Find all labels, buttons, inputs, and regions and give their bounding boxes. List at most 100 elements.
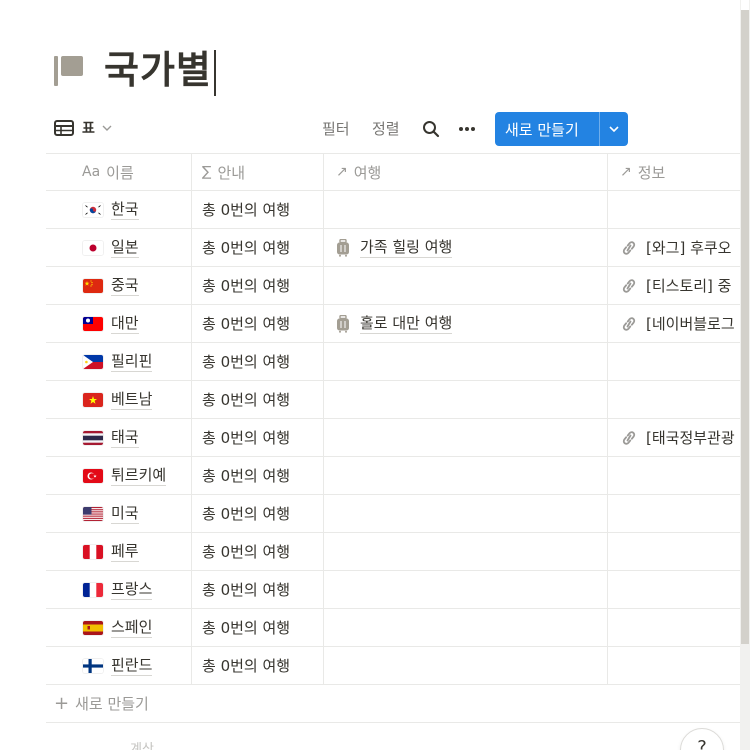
name-cell[interactable]: 스페인 — [46, 609, 192, 646]
country-name[interactable]: 대만 — [111, 313, 139, 334]
table-row[interactable]: 스페인 총 0번의 여행 — [46, 609, 740, 647]
country-name[interactable]: 스페인 — [111, 617, 153, 638]
add-row-button[interactable]: + 새로 만들기 — [46, 685, 740, 723]
more-horizontal-icon[interactable] — [457, 122, 477, 136]
table-row[interactable]: 태국 총 0번의 여행 [태국정부관광 — [46, 419, 740, 457]
guide-cell[interactable]: 총 0번의 여행 — [192, 495, 324, 532]
info-cell[interactable] — [608, 457, 740, 494]
info-cell[interactable]: [태국정부관광 — [608, 419, 740, 456]
table-row[interactable]: 페루 총 0번의 여행 — [46, 533, 740, 571]
guide-cell[interactable]: 총 0번의 여행 — [192, 533, 324, 570]
sort-button[interactable]: 정렬 — [372, 118, 400, 139]
info-cell[interactable] — [608, 647, 740, 684]
table-row[interactable]: 일본 총 0번의 여행 가족 힐링 여행 [와그] 후쿠오 — [46, 229, 740, 267]
search-icon[interactable] — [422, 120, 440, 138]
country-name[interactable]: 페루 — [111, 541, 139, 562]
page-title-text[interactable]: 국가별 — [104, 48, 212, 92]
trip-cell[interactable] — [324, 495, 608, 532]
info-cell[interactable]: [티스토리] 중 — [608, 267, 740, 304]
trip-cell[interactable] — [324, 419, 608, 456]
guide-cell[interactable]: 총 0번의 여행 — [192, 609, 324, 646]
country-name[interactable]: 필리핀 — [111, 351, 153, 372]
calculate-footer[interactable]: 계산 — [130, 738, 154, 750]
filter-button[interactable]: 필터 — [322, 118, 350, 139]
name-cell[interactable]: 필리핀 — [46, 343, 192, 380]
guide-cell[interactable]: 총 0번의 여행 — [192, 229, 324, 266]
scrollbar-thumb[interactable] — [741, 10, 749, 644]
column-header-info[interactable]: ↗ 정보 — [608, 154, 740, 190]
guide-cell[interactable]: 총 0번의 여행 — [192, 267, 324, 304]
guide-cell[interactable]: 총 0번의 여행 — [192, 647, 324, 684]
info-link[interactable]: [네이버블로그 — [646, 313, 735, 334]
name-cell[interactable]: 페루 — [46, 533, 192, 570]
guide-cell[interactable]: 총 0번의 여행 — [192, 343, 324, 380]
info-cell[interactable]: [네이버블로그 — [608, 305, 740, 342]
trip-cell[interactable] — [324, 533, 608, 570]
table-row[interactable]: 중국 총 0번의 여행 [티스토리] 중 — [46, 267, 740, 305]
trip-cell[interactable] — [324, 191, 608, 228]
guide-cell[interactable]: 총 0번의 여행 — [192, 457, 324, 494]
page-title[interactable]: 국가별 — [104, 44, 216, 96]
name-cell[interactable]: 일본 — [46, 229, 192, 266]
new-button-dropdown[interactable] — [600, 123, 628, 135]
view-switcher[interactable]: 표 — [54, 118, 113, 138]
column-header-name[interactable]: Aa 이름 — [46, 154, 192, 190]
trip-cell[interactable]: 홀로 대만 여행 — [324, 305, 608, 342]
table-row[interactable]: 필리핀 총 0번의 여행 — [46, 343, 740, 381]
table-row[interactable]: 베트남 총 0번의 여행 — [46, 381, 740, 419]
name-cell[interactable]: 태국 — [46, 419, 192, 456]
info-link[interactable]: [와그] 후쿠오 — [646, 237, 731, 258]
country-name[interactable]: 한국 — [111, 199, 139, 220]
info-cell[interactable] — [608, 533, 740, 570]
country-name[interactable]: 태국 — [111, 427, 139, 448]
name-cell[interactable]: 한국 — [46, 191, 192, 228]
info-cell[interactable] — [608, 495, 740, 532]
name-cell[interactable]: 대만 — [46, 305, 192, 342]
help-button[interactable]: ? — [680, 728, 724, 750]
trip-cell[interactable]: 가족 힐링 여행 — [324, 229, 608, 266]
guide-cell[interactable]: 총 0번의 여행 — [192, 381, 324, 418]
info-cell[interactable] — [608, 609, 740, 646]
country-name[interactable]: 일본 — [111, 237, 139, 258]
guide-cell[interactable]: 총 0번의 여행 — [192, 419, 324, 456]
trip-link[interactable]: 가족 힐링 여행 — [360, 237, 453, 258]
column-header-trip[interactable]: ↗ 여행 — [324, 154, 608, 190]
info-cell[interactable] — [608, 191, 740, 228]
table-row[interactable]: 프랑스 총 0번의 여행 — [46, 571, 740, 609]
info-cell[interactable] — [608, 381, 740, 418]
name-cell[interactable]: 프랑스 — [46, 571, 192, 608]
info-link[interactable]: [태국정부관광 — [646, 427, 735, 448]
info-link[interactable]: [티스토리] 중 — [646, 275, 731, 296]
info-cell[interactable]: [와그] 후쿠오 — [608, 229, 740, 266]
name-cell[interactable]: 미국 — [46, 495, 192, 532]
guide-cell[interactable]: 총 0번의 여행 — [192, 191, 324, 228]
guide-cell[interactable]: 총 0번의 여행 — [192, 305, 324, 342]
table-row[interactable]: 핀란드 총 0번의 여행 — [46, 647, 740, 685]
flag-page-icon[interactable] — [52, 51, 90, 89]
info-cell[interactable] — [608, 571, 740, 608]
country-name[interactable]: 베트남 — [111, 389, 153, 410]
country-name[interactable]: 중국 — [111, 275, 139, 296]
trip-cell[interactable] — [324, 647, 608, 684]
guide-cell[interactable]: 총 0번의 여행 — [192, 571, 324, 608]
name-cell[interactable]: 중국 — [46, 267, 192, 304]
info-cell[interactable] — [608, 343, 740, 380]
column-header-guide[interactable]: ∑ 안내 — [192, 154, 324, 190]
trip-link[interactable]: 홀로 대만 여행 — [360, 313, 453, 334]
table-row[interactable]: 대만 총 0번의 여행 홀로 대만 여행 [네이버블로그 — [46, 305, 740, 343]
country-name[interactable]: 프랑스 — [111, 579, 153, 600]
trip-cell[interactable] — [324, 609, 608, 646]
table-row[interactable]: 튀르키예 총 0번의 여행 — [46, 457, 740, 495]
trip-cell[interactable] — [324, 267, 608, 304]
name-cell[interactable]: 핀란드 — [46, 647, 192, 684]
new-button[interactable]: 새로 만들기 — [495, 112, 628, 146]
name-cell[interactable]: 튀르키예 — [46, 457, 192, 494]
name-cell[interactable]: 베트남 — [46, 381, 192, 418]
trip-cell[interactable] — [324, 343, 608, 380]
country-name[interactable]: 튀르키예 — [111, 465, 167, 486]
trip-cell[interactable] — [324, 571, 608, 608]
country-name[interactable]: 미국 — [111, 503, 139, 524]
table-row[interactable]: 미국 총 0번의 여행 — [46, 495, 740, 533]
trip-cell[interactable] — [324, 457, 608, 494]
trip-cell[interactable] — [324, 381, 608, 418]
